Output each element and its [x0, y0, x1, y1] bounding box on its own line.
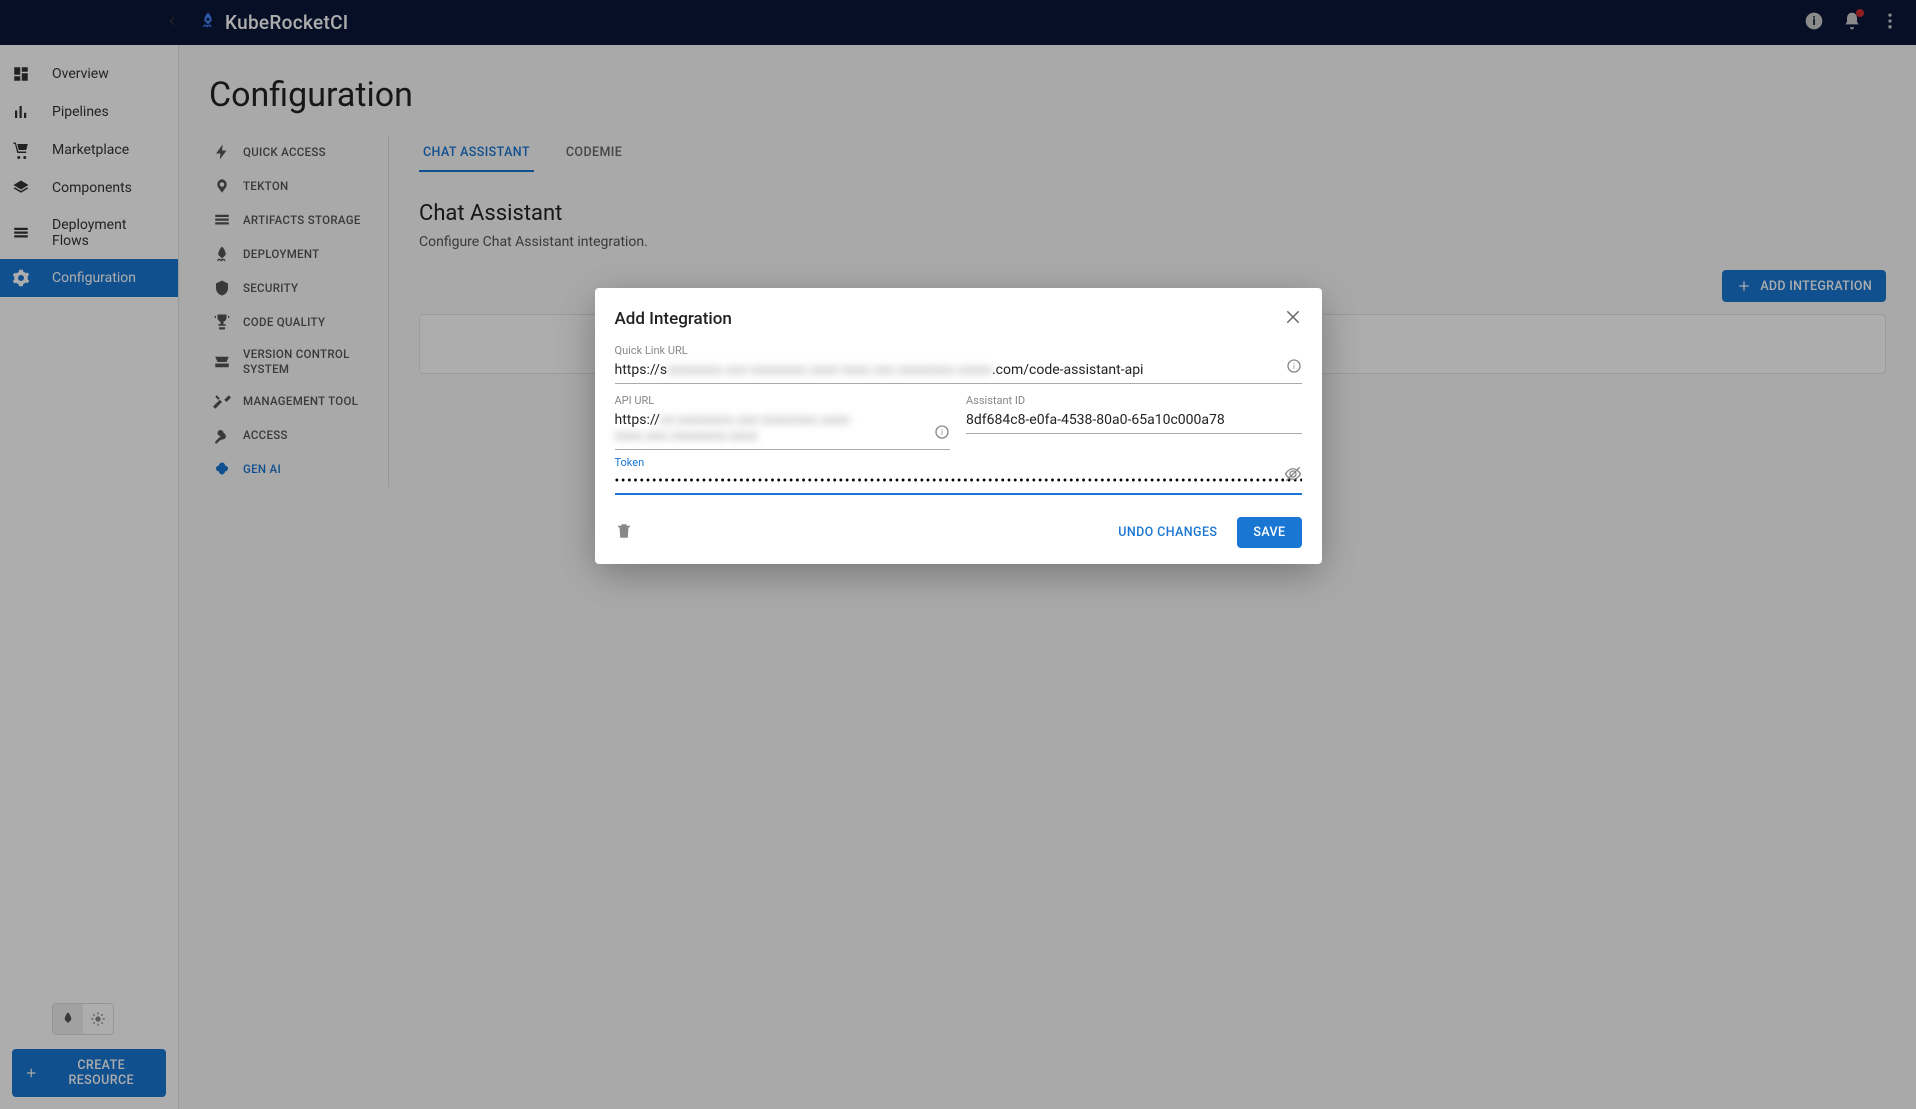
assistant-id-label: Assistant ID	[966, 394, 1302, 407]
visibility-off-icon[interactable]	[1284, 465, 1302, 487]
info-icon[interactable]: i	[934, 424, 950, 444]
delete-icon[interactable]	[615, 522, 633, 544]
quick-link-url-label: Quick Link URL	[615, 344, 1302, 357]
api-url-input[interactable]: https://xx-xxxxxxxx.xxx-xxxxxxxx.xxxx-xx…	[615, 407, 951, 450]
info-icon[interactable]: i	[1286, 358, 1302, 378]
dialog-title: Add Integration	[615, 309, 732, 329]
quick-link-url-input[interactable]: https://sxxxxxxxx.xxx-xxxxxxxx.xxxx-xxxx…	[615, 357, 1302, 384]
assistant-id-input[interactable]	[966, 407, 1302, 434]
svg-text:i: i	[941, 428, 943, 437]
token-label: Token	[615, 456, 1302, 469]
modal-overlay[interactable]: Add Integration Quick Link URL https://s…	[0, 0, 1916, 1109]
undo-changes-button[interactable]: UNDO CHANGES	[1104, 517, 1231, 548]
api-url-label: API URL	[615, 394, 951, 407]
close-icon[interactable]	[1284, 308, 1302, 330]
save-button: SAVE	[1237, 517, 1301, 548]
add-integration-dialog: Add Integration Quick Link URL https://s…	[595, 288, 1322, 564]
token-input[interactable]: ••••••••••••••••••••••••••••••••••••••••…	[615, 469, 1302, 495]
svg-text:i: i	[1293, 362, 1295, 371]
